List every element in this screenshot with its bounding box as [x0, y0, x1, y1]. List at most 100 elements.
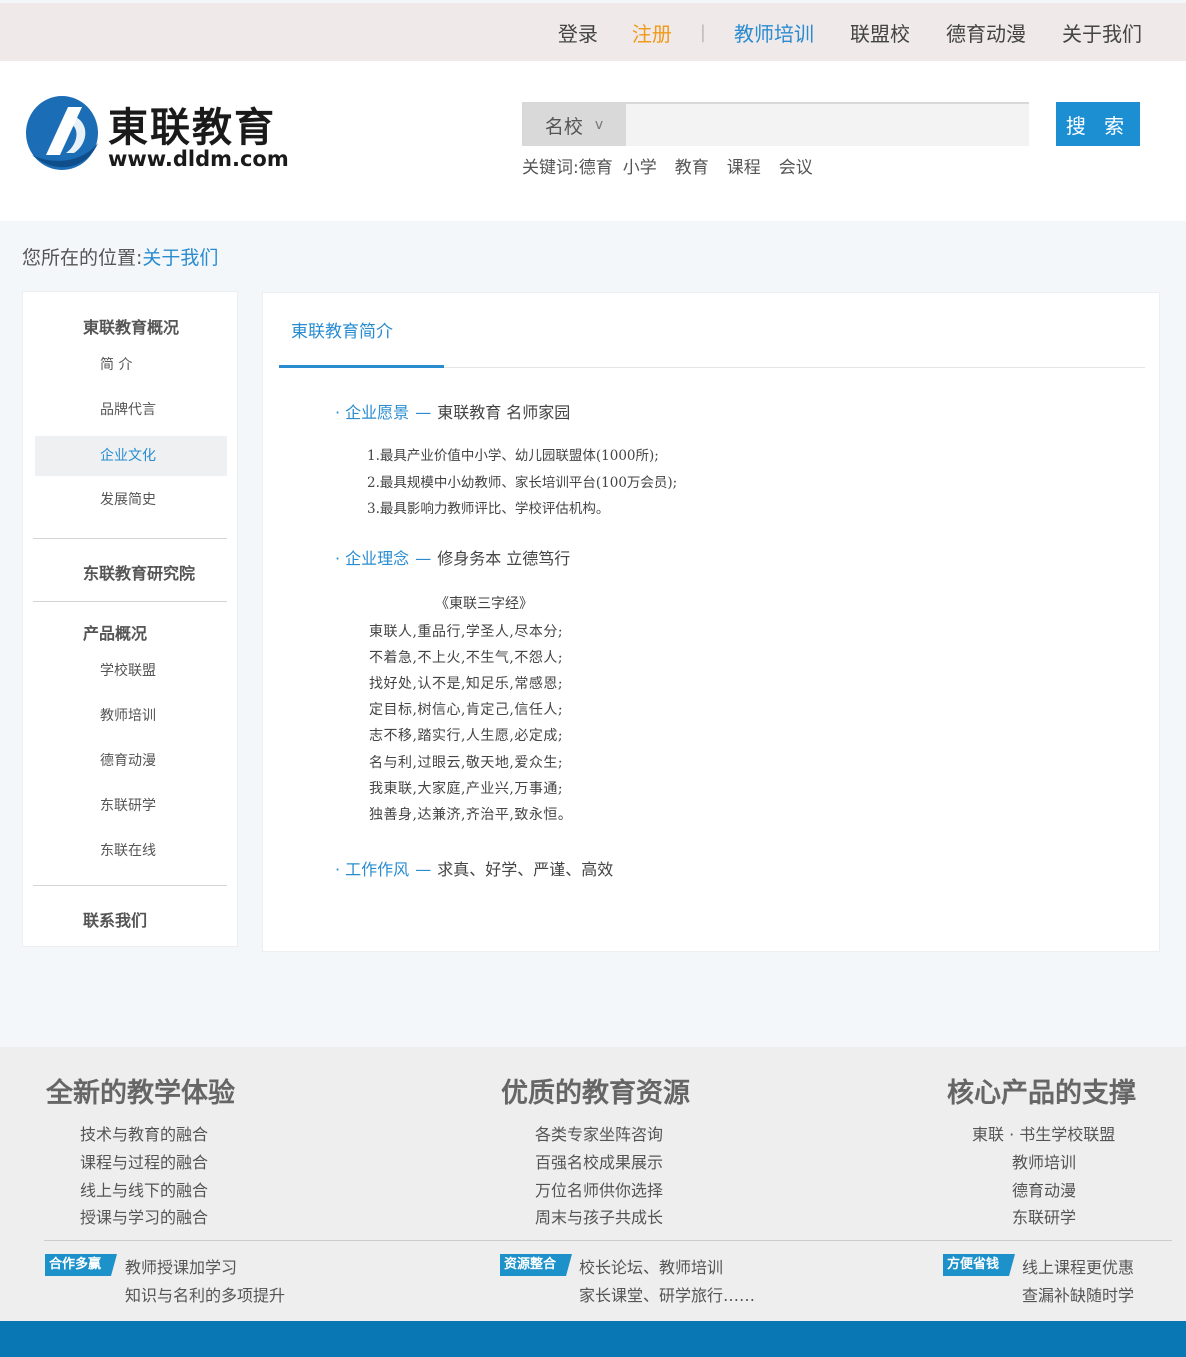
footer-col3-item: 东联研学	[1012, 1208, 1077, 1227]
sidebar-divider	[33, 601, 227, 602]
sidebar-item-school-alliance[interactable]: 学校联盟	[35, 651, 227, 691]
sidebar-group-overview[interactable]: 東联教育概况	[83, 314, 179, 338]
top-nav: 登录 注册 | 教师培训 联盟校 德育动漫 关于我们	[558, 3, 1142, 61]
nav-separator: |	[699, 21, 706, 43]
vision-dash: —	[415, 403, 432, 422]
breadcrumb-current[interactable]: 关于我们	[142, 247, 218, 269]
footer-col3-line: 查漏补缺随时学	[1022, 1286, 1135, 1305]
nav-moral-animation[interactable]: 德育动漫	[946, 18, 1026, 47]
footer-col3-item: 教师培训	[1012, 1153, 1077, 1172]
footer-badge-savings: 方便省钱	[943, 1254, 1016, 1276]
logo[interactable]: 東联教育 www.dldm.com	[22, 93, 292, 177]
vision-label: · 企业愿景	[335, 403, 410, 422]
vision-list-item: 1.最具产业价值中小学、幼儿园联盟体(1000所);	[367, 448, 659, 464]
search-box: 名校 v	[522, 102, 1029, 146]
poem-title: 《東联三字经》	[435, 596, 533, 612]
footer-col3-title: 核心产品的支撑	[947, 1078, 1136, 1109]
footer-col2-title: 优质的教育资源	[501, 1078, 690, 1109]
footer-col2-item: 百强名校成果展示	[535, 1153, 664, 1172]
logo-title: 東联教育	[108, 104, 276, 151]
poem-line: 找好处,认不是,知足乐,常感恩;	[369, 676, 564, 692]
sidebar-item-study-tour[interactable]: 东联研学	[35, 786, 227, 826]
logo-mark-icon	[26, 96, 98, 170]
sidebar-item-brand[interactable]: 品牌代言	[35, 390, 227, 430]
nav-about-us[interactable]: 关于我们	[1062, 18, 1142, 47]
work-style-dash: —	[415, 860, 432, 879]
vision-list-item: 3.最具影响力教师评比、学校评估机构。	[367, 501, 610, 517]
poem-line: 東联人,重品行,学圣人,尽本分;	[369, 624, 564, 640]
keyword-link[interactable]: 小学	[623, 158, 657, 178]
poem-line: 志不移,踏实行,人生愿,必定成;	[369, 728, 564, 744]
philosophy-value: 修身务本 立德笃行	[437, 549, 571, 568]
poem-line: 不着急,不上火,不生气,不怨人;	[369, 650, 564, 666]
work-style-label: · 工作作风	[335, 860, 410, 879]
footer-col3-line: 线上课程更优惠	[1022, 1258, 1135, 1277]
poem-line: 我東联,大家庭,产业兴,万事通;	[369, 781, 564, 797]
section-work-style: · 工作作风 — 求真、好学、严谨、高效	[335, 856, 613, 880]
footer-col1-item: 线上与线下的融合	[80, 1181, 209, 1200]
footer-col2-line: 家长课堂、研学旅行……	[579, 1286, 756, 1305]
tab-active-indicator	[279, 365, 444, 368]
keywords-label: 关键词:	[522, 158, 579, 178]
tab-intro[interactable]: 東联教育简介	[291, 317, 393, 342]
login-link[interactable]: 登录	[558, 18, 598, 47]
footer-col1-line: 教师授课加学习	[125, 1258, 238, 1277]
keywords: 关键词:德育 小学 教育 课程 会议	[522, 153, 827, 178]
sidebar-group-contact[interactable]: 联系我们	[83, 907, 147, 931]
philosophy-dash: —	[415, 549, 432, 568]
footer-col1-item: 课程与过程的融合	[80, 1153, 209, 1172]
footer: 全新的教学体验 技术与教育的融合 课程与过程的融合 线上与线下的融合 授课与学习…	[0, 1047, 1186, 1321]
search-button[interactable]: 搜 索	[1056, 102, 1140, 146]
top-bar: 登录 注册 | 教师培训 联盟校 德育动漫 关于我们	[0, 3, 1186, 61]
footer-col2-item: 各类专家坐阵咨询	[535, 1125, 664, 1144]
footer-col1-title: 全新的教学体验	[46, 1078, 235, 1109]
footer-badge-resources: 资源整合	[500, 1254, 573, 1276]
vision-list-item: 2.最具规模中小幼教师、家长培训平台(100万会员);	[367, 475, 678, 491]
footer-divider	[44, 1240, 1172, 1241]
work-style-value: 求真、好学、严谨、高效	[437, 860, 614, 879]
sidebar-item-teacher-training[interactable]: 教师培训	[35, 696, 227, 736]
footer-col2-item: 周末与孩子共成长	[535, 1208, 664, 1227]
sidebar-divider	[33, 885, 227, 886]
register-link[interactable]: 注册	[632, 18, 672, 47]
footer-col3-item: 德育动漫	[1012, 1181, 1077, 1200]
sidebar-item-culture[interactable]: 企业文化	[35, 436, 227, 476]
keyword-link[interactable]: 教育	[675, 158, 709, 178]
sidebar: 東联教育概况 简 介 品牌代言 企业文化 发展简史 东联教育研究院 产品概况 学…	[22, 291, 238, 947]
keyword-link[interactable]: 会议	[779, 158, 813, 178]
search-category-select[interactable]: 名校 v	[522, 104, 626, 146]
sidebar-group-institute[interactable]: 东联教育研究院	[83, 560, 195, 584]
logo-url: www.dldm.com	[108, 147, 289, 171]
footer-col1-item: 授课与学习的融合	[80, 1208, 209, 1227]
section-vision: · 企业愿景 — 東联教育 名师家园	[335, 399, 570, 423]
vision-value: 東联教育 名师家园	[437, 403, 571, 422]
footer-col3-item: 東联 · 书生学校联盟	[972, 1125, 1116, 1144]
poem-line: 定目标,树信心,肯定己,信任人;	[369, 702, 564, 718]
header: 東联教育 www.dldm.com 名校 v 搜 索 关键词:德育 小学 教育 课程会…	[0, 61, 1186, 221]
bottom-bar	[0, 1321, 1186, 1357]
footer-badge-cooperation: 合作多赢	[45, 1254, 118, 1276]
nav-alliance-school[interactable]: 联盟校	[850, 18, 910, 47]
footer-col1-line: 知识与名利的多项提升	[125, 1286, 286, 1305]
sidebar-item-intro[interactable]: 简 介	[35, 345, 227, 385]
breadcrumb-prefix: 您所在的位置:	[22, 247, 143, 269]
keyword-link[interactable]: 德育	[579, 158, 613, 178]
poem-line: 独善身,达兼济,齐治平,致永恒。	[369, 807, 573, 823]
sidebar-item-history[interactable]: 发展简史	[35, 480, 227, 520]
footer-col2-item: 万位名师供你选择	[535, 1181, 664, 1200]
footer-col2-line: 校长论坛、教师培训	[579, 1258, 724, 1277]
breadcrumb: 您所在的位置:关于我们	[22, 243, 218, 270]
philosophy-label: · 企业理念	[335, 549, 410, 568]
search-category-label: 名校	[544, 115, 583, 138]
keyword-link[interactable]: 课程	[727, 158, 761, 178]
poem-line: 名与利,过眼云,敬天地,爱众生;	[369, 755, 564, 771]
footer-col1-item: 技术与教育的融合	[80, 1125, 209, 1144]
sidebar-item-moral-animation[interactable]: 德育动漫	[35, 741, 227, 781]
nav-teacher-training[interactable]: 教师培训	[734, 18, 814, 47]
sidebar-divider	[33, 538, 227, 539]
sidebar-group-products[interactable]: 产品概况	[83, 620, 147, 644]
main-content: 東联教育简介 · 企业愿景 — 東联教育 名师家园 1.最具产业价值中小学、幼儿园联…	[262, 292, 1160, 952]
chevron-down-icon: v	[594, 117, 604, 133]
search-input[interactable]	[626, 104, 1029, 146]
sidebar-item-online[interactable]: 东联在线	[35, 831, 227, 871]
